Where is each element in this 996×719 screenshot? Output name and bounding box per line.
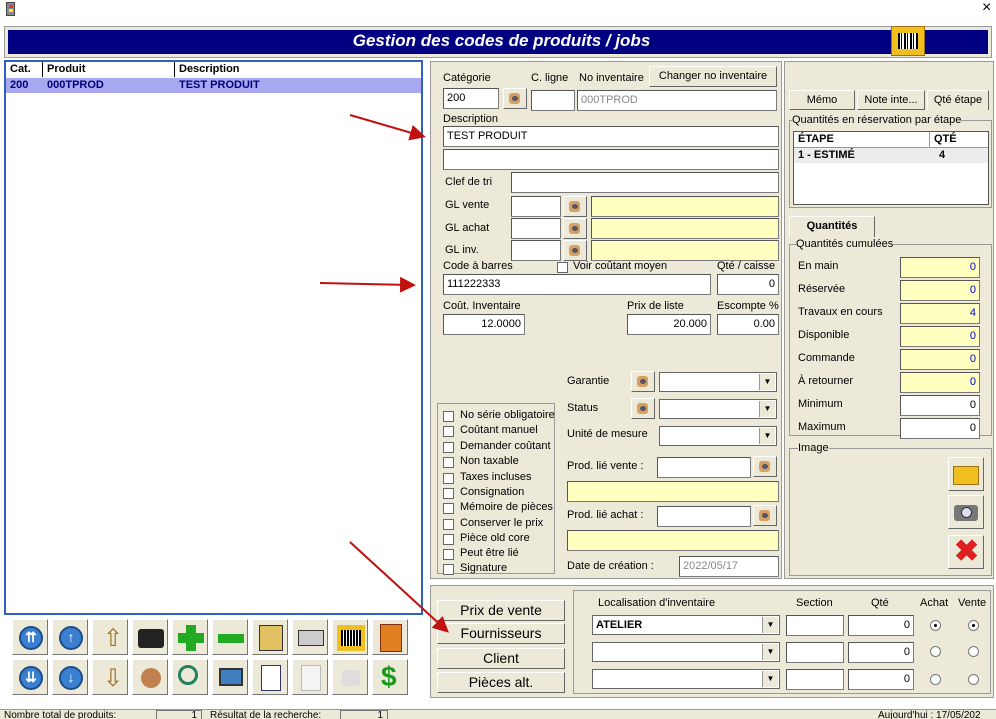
annotation-arrows xyxy=(319,114,449,633)
arrow-annotation-fournisseurs xyxy=(349,541,449,633)
arrow-annotation-barcode xyxy=(319,276,416,293)
arrow-annotation-description xyxy=(349,114,426,141)
